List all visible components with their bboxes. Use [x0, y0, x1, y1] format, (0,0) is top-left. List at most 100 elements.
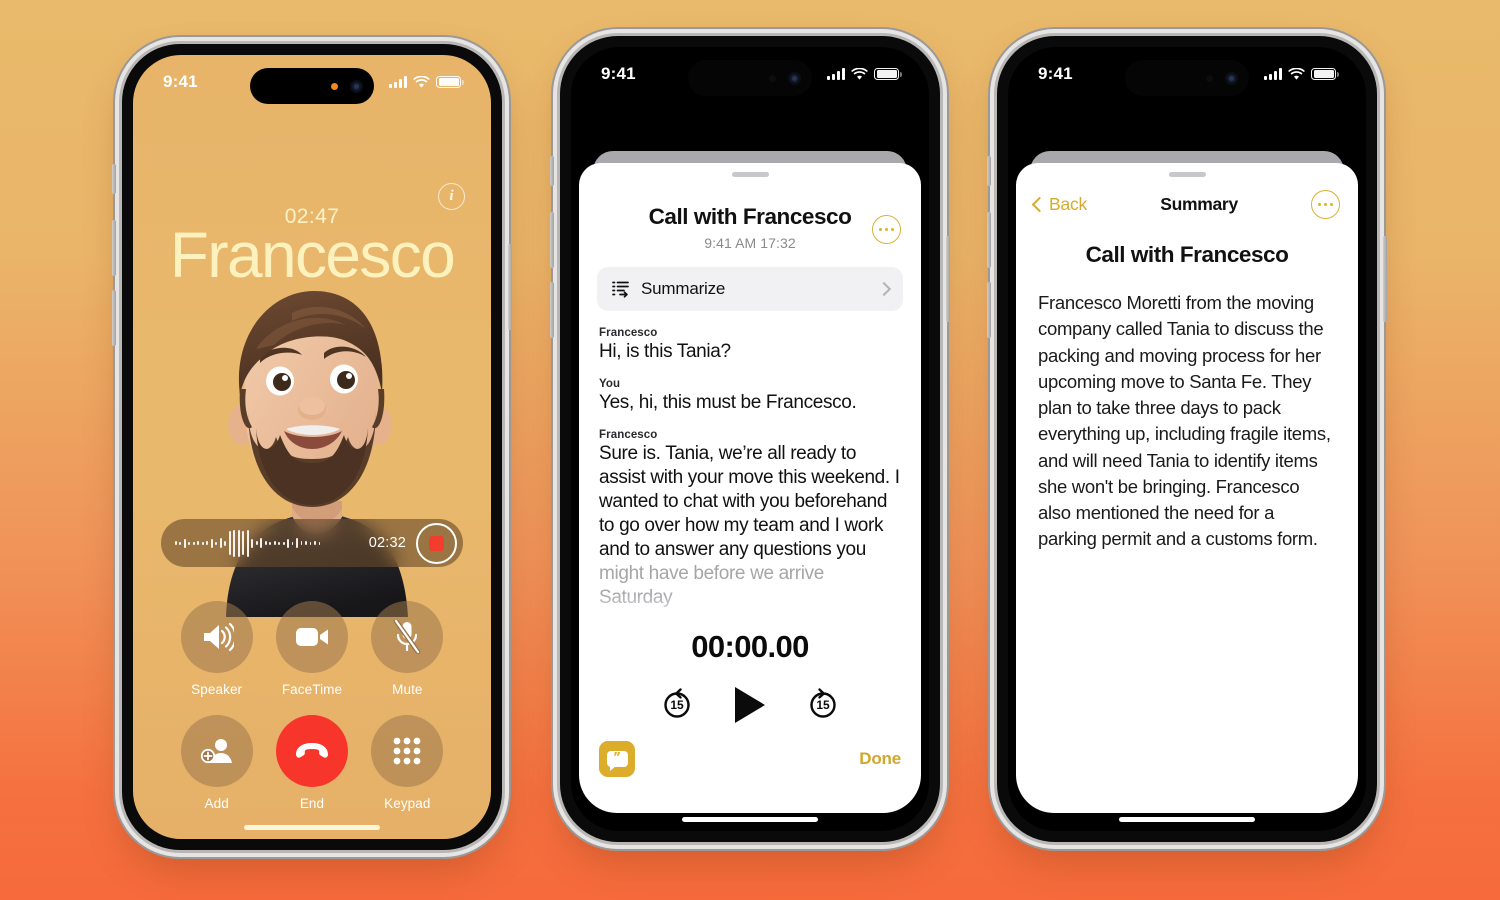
- dot: [890, 227, 894, 232]
- add-call-button-circle: [180, 715, 253, 787]
- volume-up-button[interactable]: [550, 212, 554, 268]
- rewind-15-label: 15: [670, 698, 684, 712]
- transcript-line: Yes, hi, this must be Francesco.: [599, 391, 857, 413]
- waveform-bar: [260, 538, 263, 548]
- quote-glyph: ”: [613, 750, 621, 764]
- summary-heading: Call with Francesco: [1085, 242, 1289, 267]
- waveform-bar: [206, 541, 209, 545]
- waveform-bar: [175, 541, 177, 545]
- call-recording-pill: 02:32: [161, 519, 463, 567]
- waveform-bar: [215, 541, 218, 545]
- transcript-list: Francesco Hi, is this Tania? You Yes, hi, t…: [579, 311, 921, 609]
- more-options-button[interactable]: [872, 215, 901, 244]
- chevron-right-icon: [876, 281, 892, 297]
- forward-15-button[interactable]: 15: [805, 687, 841, 723]
- done-button[interactable]: Done: [859, 749, 901, 769]
- waveform-bar: [233, 529, 236, 557]
- transcript-line: Sure is. Tania, we’re all ready to assis…: [599, 442, 900, 560]
- status-bar-indicators: [1264, 67, 1339, 81]
- dot: [884, 227, 889, 232]
- end-call-button-label: End: [299, 796, 325, 811]
- waveform-bar: [282, 541, 285, 545]
- mute-switch[interactable]: [550, 156, 554, 186]
- sheet-grabber[interactable]: [731, 172, 769, 177]
- waveform-bar: [179, 541, 182, 545]
- back-button-label: Back: [1049, 194, 1088, 214]
- waveform-bar: [264, 541, 267, 545]
- power-button[interactable]: [1383, 236, 1387, 322]
- speaker-button[interactable]: Speaker: [169, 601, 264, 697]
- waveform-bar: [255, 541, 258, 545]
- add-person-icon: [200, 739, 232, 764]
- summarize-icon: [612, 281, 629, 298]
- phone-2-transcript-screen: 9:41 Call with Francesco 9:41 AM 17:32 S…: [550, 36, 950, 842]
- play-button[interactable]: [735, 687, 765, 723]
- keypad-button[interactable]: Keypad: [360, 715, 455, 811]
- mute-switch[interactable]: [987, 156, 991, 186]
- cellular-bars-icon: [827, 68, 845, 80]
- forward-15-label: 15: [816, 698, 830, 712]
- summary-navbar: Back Summary: [1016, 177, 1358, 219]
- keypad-button-label: Keypad: [384, 796, 431, 811]
- power-button[interactable]: [946, 236, 950, 322]
- mute-button[interactable]: Mute: [360, 601, 455, 697]
- speaker-button-circle: [180, 601, 253, 673]
- end-call-button[interactable]: End: [264, 715, 359, 811]
- phone-1-screen: 9:41 i 02:47 Francesco 02:32 Speaker Fac…: [133, 55, 491, 839]
- recording-indicator-dot: [769, 74, 776, 82]
- facetime-button[interactable]: FaceTime: [264, 601, 359, 697]
- waveform-bar: [192, 541, 195, 545]
- volume-down-button[interactable]: [987, 282, 991, 338]
- volume-up-button[interactable]: [112, 220, 116, 276]
- waveform-bar: [201, 541, 204, 545]
- end-call-icon: [295, 743, 328, 758]
- caller-name: Francesco: [169, 219, 456, 291]
- waveform-bar: [269, 541, 272, 545]
- facetime-button-circle: [275, 601, 348, 673]
- video-camera-icon: [295, 628, 328, 646]
- volume-down-button[interactable]: [112, 290, 116, 346]
- phone-2-screen: 9:41 Call with Francesco 9:41 AM 17:32 S…: [571, 47, 929, 831]
- status-bar-indicators: [389, 75, 464, 89]
- sheet-bottom-bar: ” Done: [579, 739, 921, 779]
- cellular-bars-icon: [1264, 68, 1282, 80]
- status-bar-time: 9:41: [163, 72, 198, 91]
- waveform-bar: [210, 538, 213, 548]
- waveform-bar: [278, 541, 281, 545]
- waveform-bar: [291, 541, 294, 545]
- dynamic-island: [250, 68, 374, 104]
- back-button[interactable]: Back: [1031, 194, 1088, 215]
- cellular-bars-icon: [389, 76, 407, 88]
- playback-time: 00:00.00: [691, 629, 809, 664]
- add-call-button[interactable]: Add: [169, 715, 264, 811]
- waveform-bar: [237, 529, 240, 557]
- stop-recording-button[interactable]: [416, 522, 457, 564]
- home-indicator[interactable]: [682, 817, 818, 822]
- home-indicator[interactable]: [1119, 817, 1255, 822]
- battery-icon: [1311, 67, 1339, 81]
- transcript-speaker: You: [599, 377, 621, 390]
- rewind-15-button[interactable]: 15: [659, 687, 695, 723]
- home-indicator[interactable]: [244, 825, 380, 830]
- end-call-button-circle: [275, 715, 348, 787]
- power-button[interactable]: [508, 244, 512, 330]
- transcript-speaker: Francesco: [599, 428, 658, 441]
- call-controls-grid: Speaker FaceTime Mute Add End Keypad: [133, 601, 491, 811]
- summarize-row[interactable]: Summarize: [597, 267, 903, 311]
- live-transcription-button[interactable]: ”: [599, 741, 635, 777]
- waveform-bar: [228, 531, 231, 555]
- navbar-title: Summary: [1160, 194, 1238, 214]
- call-info-button[interactable]: i: [438, 183, 465, 210]
- waveform-bar: [242, 531, 245, 555]
- facetime-button-label: FaceTime: [281, 682, 343, 697]
- volume-down-button[interactable]: [550, 282, 554, 338]
- waveform-bar: [183, 538, 186, 548]
- mute-switch[interactable]: [112, 164, 116, 194]
- waveform-bar: [273, 541, 276, 545]
- dynamic-island: [688, 60, 812, 96]
- wifi-icon: [851, 67, 868, 80]
- battery-icon: [874, 67, 902, 81]
- volume-up-button[interactable]: [987, 212, 991, 268]
- transcript-line: Hi, is this Tania?: [599, 341, 731, 362]
- more-options-button[interactable]: [1311, 190, 1340, 219]
